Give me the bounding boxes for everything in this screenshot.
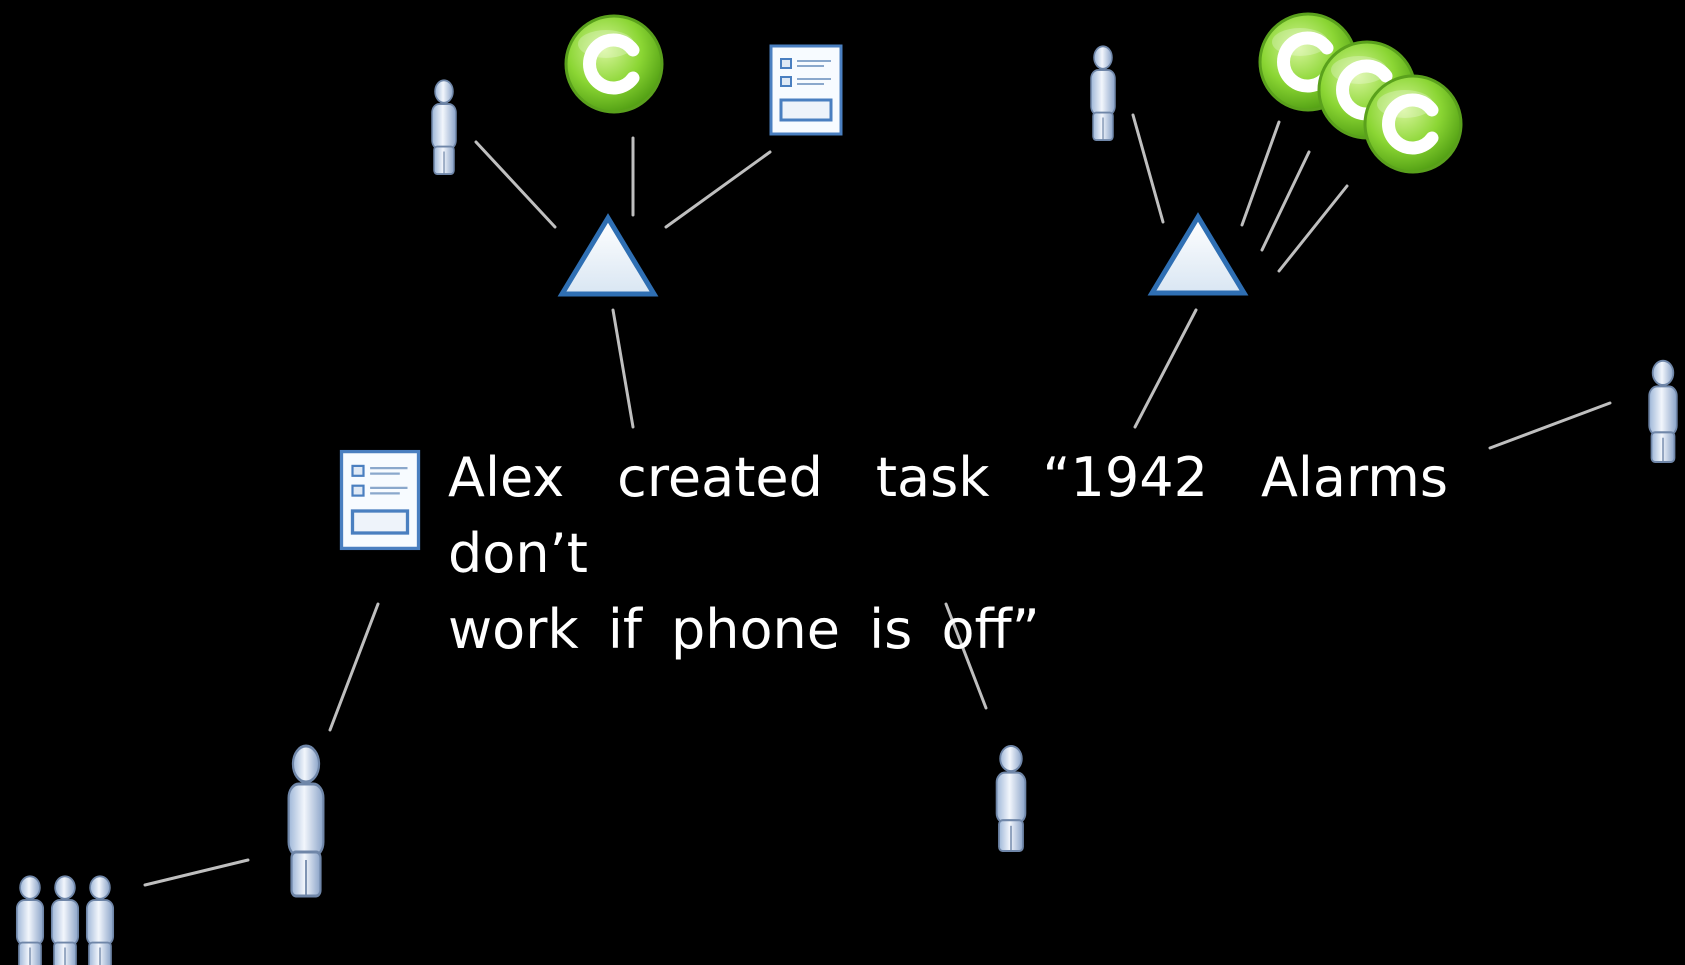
commit-icon	[566, 16, 662, 112]
caption-line-1: Alex created task “1942 Alarms don’t	[448, 446, 1448, 585]
task-icon	[339, 449, 421, 551]
group-icon	[15, 875, 115, 965]
edge	[1488, 401, 1612, 450]
task-icon	[769, 44, 843, 136]
triangle-node-icon	[562, 218, 654, 294]
edge	[143, 858, 250, 887]
person-icon	[287, 744, 325, 898]
caption-line-2: work if phone is off”	[448, 598, 1040, 661]
edge	[328, 602, 380, 732]
commit-icon	[1365, 76, 1461, 172]
activity-caption: Alex created task “1942 Alarms don’t wor…	[448, 440, 1448, 668]
edge	[1260, 150, 1311, 252]
person-icon	[431, 79, 457, 175]
triangle-node-icon	[1152, 217, 1244, 293]
edge	[1133, 308, 1198, 429]
edge	[1131, 113, 1165, 224]
edge	[1240, 120, 1281, 227]
edge	[664, 150, 772, 229]
person-icon	[1090, 45, 1116, 141]
person-icon	[995, 744, 1027, 853]
edge	[474, 140, 557, 229]
person-icon	[1648, 359, 1678, 464]
edge	[611, 308, 635, 429]
edge	[1277, 184, 1349, 273]
